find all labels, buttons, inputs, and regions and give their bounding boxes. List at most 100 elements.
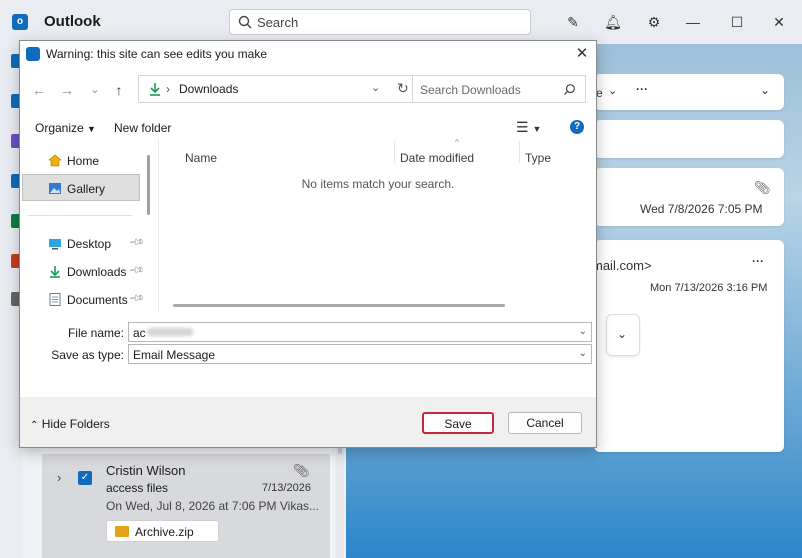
address-bar[interactable]: › Downloads ⌄ ↻: [138, 75, 420, 103]
mail-subject: access files: [106, 481, 169, 495]
app-title: Outlook: [44, 13, 101, 30]
bell-icon[interactable]: 🔔︎: [604, 13, 622, 31]
nav-pane-scrollbar[interactable]: [147, 155, 150, 215]
dialog-footer: ⌃ Hide Folders Save Cancel: [20, 397, 596, 447]
help-icon[interactable]: ?: [570, 120, 584, 134]
forward-arrow-icon[interactable]: →: [58, 81, 76, 99]
maximize-icon[interactable]: ☐: [728, 13, 746, 31]
navigation-pane: Home Gallery Desktop 📌︎ Downloads 📌︎ Doc…: [20, 141, 154, 313]
attachment-chip[interactable]: Archive.zip: [106, 520, 219, 542]
organize-menu[interactable]: Organize ▼: [35, 121, 96, 135]
mail-preview: On Wed, Jul 8, 2026 at 7:06 PM Vikas...: [106, 499, 320, 513]
message-card-1: 📎︎ Wed 7/8/2026 7:05 PM: [594, 168, 784, 226]
breadcrumb-separator-icon: ›: [166, 82, 170, 96]
dialog-close-icon[interactable]: ✕: [572, 44, 592, 64]
close-icon[interactable]: ✕: [770, 13, 788, 31]
file-name-input[interactable]: ac ⌄: [128, 322, 592, 342]
nav-label: Desktop: [67, 237, 112, 251]
address-dropdown-icon[interactable]: ⌄: [371, 81, 380, 94]
search-placeholder: Search: [257, 15, 299, 30]
organize-label: Organize: [35, 121, 84, 135]
save-dialog: Warning: this site can see edits you mak…: [19, 40, 597, 448]
sender-email-partial: mail.com>: [592, 258, 652, 273]
file-name-label: File name:: [67, 326, 124, 340]
dialog-toolbar: Organize ▼ New folder ☰ ▼ ?: [20, 115, 596, 139]
nav-divider: [28, 215, 132, 216]
edge-app-icon: [26, 47, 40, 61]
more-options-icon[interactable]: ···: [636, 82, 648, 96]
back-arrow-icon[interactable]: ←: [30, 81, 48, 99]
column-header-type[interactable]: Type: [525, 151, 551, 165]
recent-locations-chevron-icon[interactable]: ⌄: [86, 81, 104, 99]
blurred-filename-text: [147, 328, 193, 336]
chevron-down-icon[interactable]: ⌄: [608, 84, 617, 97]
outlook-search-input[interactable]: Search: [229, 9, 531, 35]
empty-folder-message: No items match your search.: [301, 177, 455, 191]
gear-icon[interactable]: ⚙: [645, 13, 663, 31]
download-icon: [50, 266, 60, 278]
more-options-icon[interactable]: ···: [752, 254, 764, 268]
subject-card: [594, 120, 784, 158]
mail-date: 7/13/2026: [262, 482, 311, 494]
desktop-icon: [49, 239, 61, 250]
minimize-icon[interactable]: —: [684, 13, 702, 31]
documents-icon: [49, 293, 61, 306]
dialog-titlebar: Warning: this site can see edits you mak…: [20, 41, 596, 67]
search-placeholder: Search Downloads: [420, 83, 521, 97]
gallery-icon: [49, 183, 61, 194]
column-header-name[interactable]: Name: [185, 151, 217, 165]
cancel-button[interactable]: Cancel: [508, 412, 582, 434]
hide-folders-button[interactable]: ⌃ Hide Folders: [30, 417, 110, 431]
pin-icon[interactable]: 📌︎: [128, 262, 145, 279]
chevron-up-icon: ⌃: [30, 420, 39, 431]
compose-note-icon[interactable]: ✎: [564, 13, 582, 31]
pin-icon[interactable]: 📌︎: [128, 234, 145, 251]
save-button[interactable]: Save: [422, 412, 494, 434]
chevron-down-icon: ⌄: [617, 327, 628, 341]
search-icon: [563, 84, 575, 96]
chevron-right-icon[interactable]: ›: [57, 470, 61, 485]
file-list-pane: Name ^ Date modified Type No items match…: [158, 138, 596, 311]
chevron-down-icon[interactable]: ⌄: [760, 83, 770, 97]
outlook-titlebar: o Outlook Search ✎ 🔔︎ ⚙ — ☐ ✕: [0, 0, 802, 44]
save-type-value: Email Message: [133, 348, 216, 362]
new-folder-button[interactable]: New folder: [114, 121, 171, 135]
nav-label: Documents: [67, 293, 128, 307]
attachment-name: Archive.zip: [135, 525, 194, 539]
message-date-2: Mon 7/13/2026 3:16 PM: [650, 282, 768, 294]
horizontal-scrollbar[interactable]: [173, 304, 505, 307]
file-name-value: ac: [133, 326, 146, 340]
view-options-icon[interactable]: ☰ ▼: [516, 119, 541, 136]
paperclip-icon: 📎︎: [293, 463, 310, 478]
column-separator[interactable]: [519, 141, 520, 163]
pin-icon[interactable]: 📌︎: [128, 290, 145, 307]
home-icon: [48, 154, 62, 167]
search-icon: [238, 15, 252, 29]
outlook-logo-icon: o: [12, 14, 28, 30]
sort-caret-icon: ^: [455, 138, 459, 147]
attachment-clip-icon: 📎︎: [754, 180, 771, 195]
mail-sender: Cristin Wilson: [106, 463, 186, 478]
up-arrow-icon[interactable]: ↑: [110, 81, 128, 99]
column-separator[interactable]: [394, 141, 395, 163]
message-date-1: Wed 7/8/2026 7:05 PM: [640, 202, 763, 216]
dropdown-arrow-icon: ▼: [87, 124, 96, 134]
reading-toolbar: e ⌄ ··· ⌄: [594, 74, 784, 110]
nav-label: Home: [67, 154, 100, 168]
save-type-select[interactable]: Email Message ⌄: [128, 344, 592, 364]
breadcrumb-location[interactable]: Downloads: [179, 82, 238, 96]
zip-file-icon: [115, 526, 129, 537]
chevron-down-icon[interactable]: ⌄: [579, 326, 587, 337]
dialog-title: Warning: this site can see edits you mak…: [46, 47, 267, 61]
chevron-down-icon[interactable]: ⌄: [579, 348, 587, 359]
column-header-date-modified[interactable]: Date modified: [400, 151, 474, 165]
save-type-label: Save as type:: [51, 348, 124, 362]
search-downloads-input[interactable]: Search Downloads: [412, 75, 586, 103]
nav-label: Downloads: [67, 265, 127, 279]
download-icon: [150, 83, 160, 96]
nav-label: Gallery: [67, 182, 106, 196]
hide-folders-label: Hide Folders: [41, 417, 110, 431]
expand-button[interactable]: ⌄: [606, 314, 640, 356]
refresh-icon[interactable]: ↻: [397, 80, 409, 97]
mail-item-checkbox[interactable]: ✓: [78, 471, 92, 485]
